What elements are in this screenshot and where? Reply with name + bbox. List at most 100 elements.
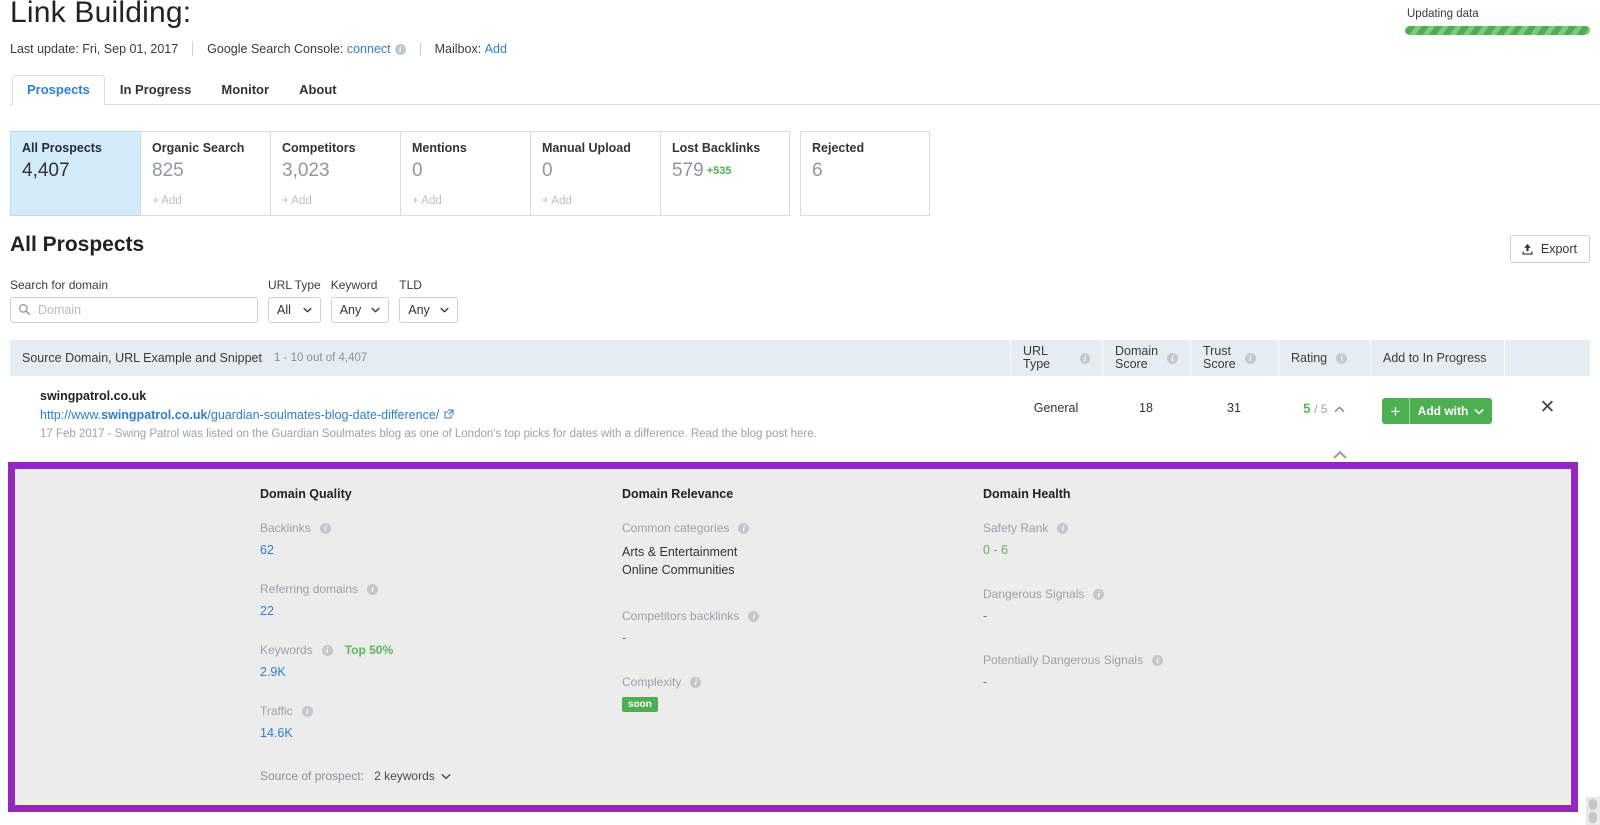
info-icon[interactable]: i [1336,352,1348,364]
card-organic-search[interactable]: Organic Search 825 + Add [140,131,270,216]
tab-monitor[interactable]: Monitor [206,75,284,105]
tab-about[interactable]: About [284,75,352,105]
results-count: 1 - 10 out of 4,407 [273,351,368,364]
col-rating-label: Rating [1291,350,1328,365]
table-header-row: Source Domain, URL Example and Snippet 1… [10,340,1590,376]
keyword-select[interactable]: Any [330,297,390,323]
url-type-value: All [277,303,291,317]
export-button[interactable]: Export [1509,235,1590,263]
keywords-top-badge: Top 50% [344,643,394,657]
potentially-dangerous-value: - [983,675,988,689]
info-icon[interactable]: i [1057,522,1069,534]
prospects-table: Source Domain, URL Example and Snippet 1… [10,340,1590,448]
keywords-value[interactable]: 2.9K [260,665,610,679]
card-mentions[interactable]: Mentions 0 + Add [400,131,530,216]
card-all-prospects[interactable]: All Prospects 4,407 [10,131,140,216]
traffic-value[interactable]: 14.6K [260,726,610,740]
search-wrapper [10,297,258,323]
chevron-down-icon [440,307,449,313]
row-snippet: 17 Feb 2017 - Swing Patrol was listed on… [40,428,817,440]
info-icon[interactable]: i [748,610,760,622]
metric-keywords: Keywords i Top 50% 2.9K [260,643,610,679]
detail-column-domain-relevance: Domain Relevance Common categories i Arts… [622,487,972,737]
card-add-link[interactable]: + Add [282,195,312,207]
card-title: Manual Upload [542,141,631,155]
card-title: Rejected [812,141,865,155]
row-reject-cell: ✕ [1504,389,1590,418]
updating-data-label: Updating data [1407,8,1479,20]
info-icon[interactable]: i [738,522,750,534]
chevron-down-icon [1474,408,1485,415]
col-domain-score[interactable]: Domain Score i [1102,340,1190,376]
referring-domains-value[interactable]: 22 [260,604,610,618]
info-icon[interactable]: i [319,522,331,534]
add-with-label: Add with [1417,404,1469,418]
updating-data-widget: Updating data [1405,8,1590,35]
source-of-prospect-dropdown[interactable]: 2 keywords [374,769,451,783]
card-add-link[interactable]: + Add [152,195,182,207]
last-update-text: Last update: Fri, Sep 01, 2017 [10,42,179,56]
tld-filter-group: TLD Any [399,278,458,323]
col-url-type[interactable]: URL Type i [1010,340,1102,376]
col-rating[interactable]: Rating i [1278,340,1370,376]
tab-prospects[interactable]: Prospects [12,75,105,105]
info-icon[interactable]: i [690,676,702,688]
potentially-dangerous-label: Potentially Dangerous Signals [983,653,1144,667]
common-category-1: Arts & Entertainment [622,545,738,559]
row-domain-url[interactable]: http://www.swingpatrol.co.uk/guardian-so… [40,408,454,422]
url-type-filter-group: URL Type All [268,278,321,323]
card-rejected[interactable]: Rejected 6 [800,131,930,216]
tab-in-progress[interactable]: In Progress [105,75,207,105]
card-title: Organic Search [152,141,245,155]
info-icon[interactable]: i [301,705,313,717]
card-add-link[interactable]: + Add [542,195,572,207]
metric-common-categories: Common categories i Arts & Entertainment … [622,521,972,579]
info-icon[interactable]: i [394,43,406,55]
row-domain-score: 18 [1139,401,1153,415]
info-icon[interactable]: i [367,583,379,595]
collapse-row-chevron-up-icon[interactable] [1332,450,1348,460]
chevron-down-icon [441,773,451,779]
card-title: All Prospects [22,141,102,155]
card-manual-upload[interactable]: Manual Upload 0 + Add [530,131,660,216]
chevron-up-icon[interactable] [1334,406,1345,413]
chevron-down-icon [303,307,312,313]
info-icon[interactable]: i [1167,352,1179,364]
add-with-dropdown[interactable]: Add with [1410,398,1492,424]
add-with-button[interactable]: + Add with [1382,398,1492,424]
row-domain-name: swingpatrol.co.uk [40,389,147,403]
metric-dangerous-signals: Dangerous Signals i - [983,587,1383,623]
meta-divider [192,42,194,56]
mailbox-add-link[interactable]: Add [485,42,507,56]
keywords-label: Keywords [260,643,313,657]
safety-rank-label: Safety Rank [983,521,1049,535]
card-competitors[interactable]: Competitors 3,023 + Add [270,131,400,216]
domain-relevance-title: Domain Relevance [622,487,734,501]
card-add-link[interactable]: + Add [412,195,442,207]
row-rating[interactable]: 5 / 5 [1278,389,1370,416]
gsc-connect-link[interactable]: connect [347,42,391,56]
col-source-label: Source Domain, URL Example and Snippet [22,350,262,365]
add-plus-button[interactable]: + [1382,398,1410,424]
search-input[interactable] [10,297,258,323]
info-icon[interactable]: i [1244,352,1256,364]
scrollbar-corner[interactable] [1586,797,1600,825]
card-lost-backlinks[interactable]: Lost Backlinks 579 +535 [660,131,790,216]
info-icon[interactable]: i [1080,352,1090,364]
prospect-detail-panel: Domain Quality Backlinks i 62 Referring d… [8,462,1578,812]
section-title: All Prospects [10,233,145,256]
tld-select[interactable]: Any [399,297,458,323]
keyword-label: Keyword [330,278,378,292]
col-trust-score[interactable]: Trust Score i [1190,340,1278,376]
tab-label: Prospects [27,82,90,97]
col-source-domain[interactable]: Source Domain, URL Example and Snippet 1… [10,340,1010,376]
metric-traffic: Traffic i 14.6K [260,704,610,740]
info-icon[interactable]: i [1152,654,1164,666]
close-icon[interactable]: ✕ [1540,397,1556,418]
url-type-select[interactable]: All [268,297,321,323]
page-title: Link Building: [10,0,192,29]
backlinks-value[interactable]: 62 [260,543,610,557]
info-icon[interactable]: i [1093,588,1105,600]
info-icon[interactable]: i [321,644,333,656]
domain-health-title: Domain Health [983,487,1071,501]
